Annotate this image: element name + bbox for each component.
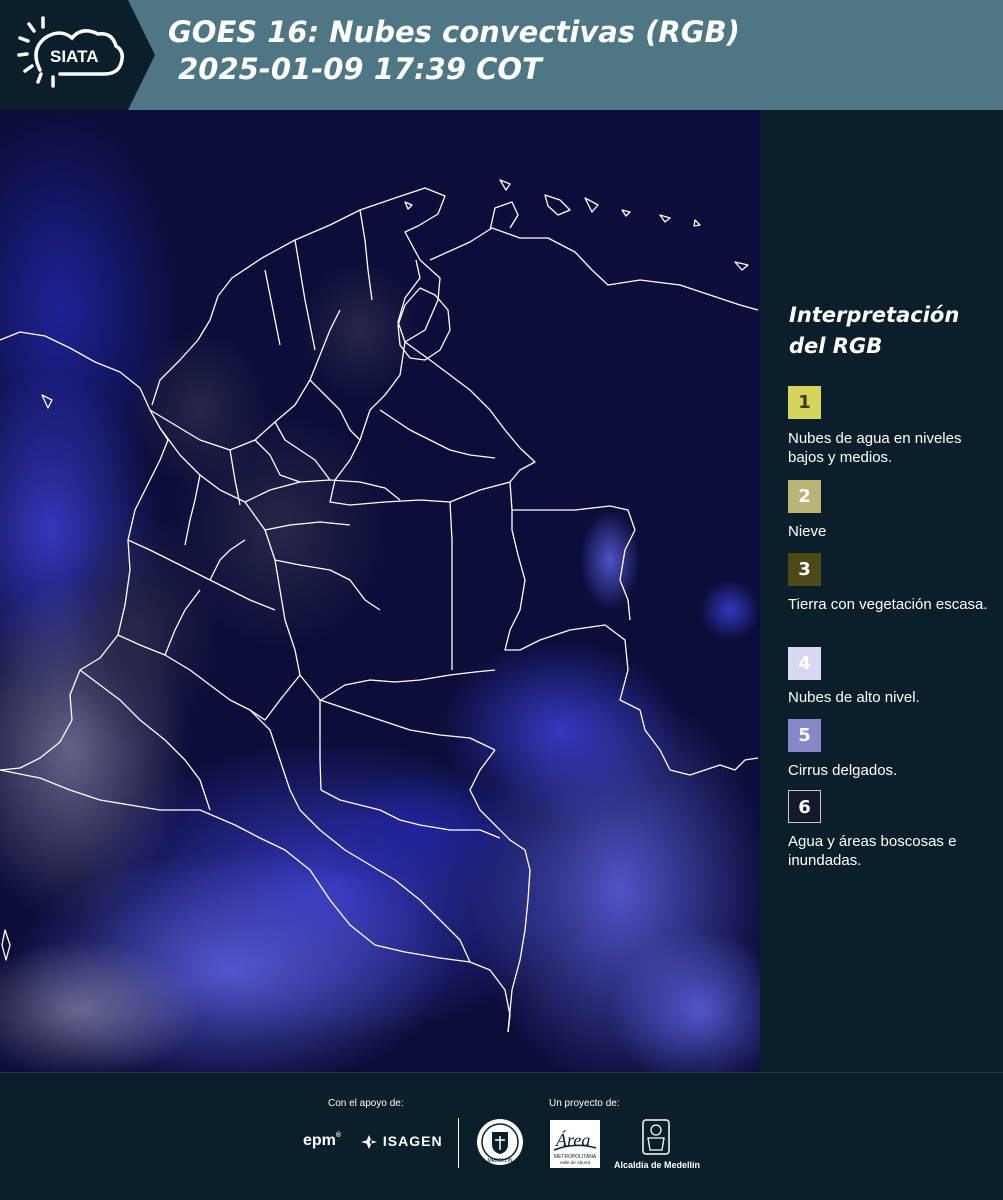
area-subtitle-2: Valle de Aburrá bbox=[560, 1160, 591, 1165]
area-wordmark: Área bbox=[555, 1129, 590, 1150]
medellin-seal-logo: MEDELLÍN bbox=[476, 1118, 524, 1166]
legend-label-5: Cirrus delgados. bbox=[788, 762, 898, 779]
legend-label-3: Tierra con vegetación escasa. bbox=[788, 596, 988, 613]
legend-label-6: Agua y áreas boscosas e inundadas. bbox=[788, 833, 957, 869]
isagen-wordmark: ISAGEN bbox=[382, 1133, 443, 1149]
legend-swatch-1: 1 bbox=[788, 386, 821, 419]
legend-label-2: Nieve bbox=[788, 523, 827, 540]
support-label: Con el apoyo de: bbox=[328, 1098, 404, 1109]
legend-swatch-2: 2 bbox=[788, 480, 821, 513]
legend-title: Interpretación del RGB bbox=[789, 303, 960, 358]
legend-label-4: Nubes de alto nivel. bbox=[788, 689, 920, 706]
header-bar: SIATA GOES 16: Nubes convectivas (RGB) 2… bbox=[0, 0, 1003, 110]
legend-swatch-3: 3 bbox=[788, 553, 821, 586]
area-metropolitana-logo: Área METROPOLITANA Valle de Aburrá bbox=[550, 1120, 600, 1168]
footer: Con el apoyo de: Un proyecto de: epm® IS… bbox=[0, 1072, 1003, 1200]
isagen-logo: ISAGEN bbox=[360, 1133, 443, 1150]
isagen-mark-icon bbox=[361, 1135, 377, 1150]
legend-panel: Interpretación del RGB 1 Nubes de agua e… bbox=[760, 110, 1003, 1072]
satellite-map bbox=[0, 110, 790, 1090]
legend-swatch-4: 4 bbox=[788, 647, 821, 680]
legend-swatch-6: 6 bbox=[788, 790, 821, 823]
alcaldia-wordmark: Alcaldía de Medellín bbox=[613, 1160, 701, 1170]
alcaldia-logo: Alcaldía de Medellín bbox=[612, 1118, 702, 1174]
medellin-seal-text: MEDELLÍN bbox=[487, 1157, 512, 1164]
project-label: Un proyecto de: bbox=[549, 1098, 620, 1109]
alcaldia-shield-icon bbox=[642, 1119, 670, 1155]
footer-divider bbox=[458, 1118, 459, 1168]
epm-logo: epm® bbox=[303, 1132, 342, 1149]
siata-wordmark: SIATA bbox=[50, 47, 98, 66]
legend-swatch-5: 5 bbox=[788, 719, 821, 752]
siata-logo: SIATA bbox=[0, 0, 155, 110]
epm-wordmark: epm bbox=[303, 1132, 336, 1149]
legend-label-1: Nubes de agua en niveles bajos y medios. bbox=[788, 430, 962, 466]
page-title: GOES 16: Nubes convectivas (RGB) 2025-01… bbox=[168, 15, 740, 86]
